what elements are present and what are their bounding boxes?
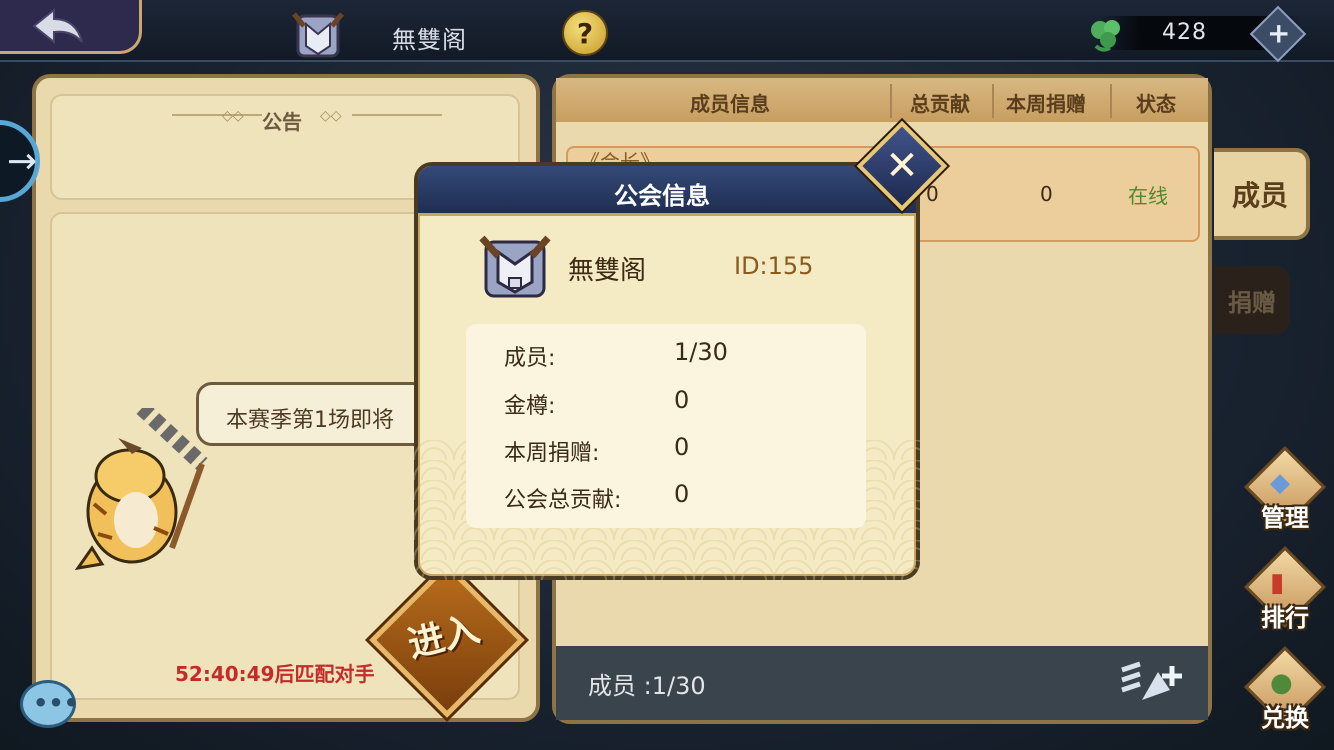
- members-value: 1/30: [674, 338, 728, 366]
- help-button[interactable]: ?: [562, 10, 608, 56]
- match-countdown: 52:40:49后匹配对手: [175, 662, 375, 686]
- arrow-right-icon: →: [7, 141, 38, 182]
- chat-bubble-icon: •••: [33, 689, 80, 717]
- back-arrow-icon: [32, 8, 83, 45]
- weekly-donation-value: 0: [674, 433, 690, 461]
- frog-shop-icon: ●: [1270, 668, 1293, 698]
- diamond-ornament-icon: ◇◇: [222, 108, 244, 124]
- podium-icon: ▮: [1270, 568, 1285, 598]
- divider: [172, 114, 262, 116]
- exchange-button[interactable]: ● 兑换: [1242, 645, 1328, 738]
- jade-cloud-icon: [1091, 20, 1120, 52]
- divider: [1110, 84, 1112, 118]
- frog-mascot-icon: [74, 408, 208, 571]
- column-header-member-info: 成员信息: [690, 92, 770, 116]
- currency-value: 428: [1162, 20, 1207, 45]
- crystal-icon: ◆: [1270, 468, 1290, 498]
- ranking-button[interactable]: ▮ 排行: [1242, 545, 1328, 638]
- guild-name: 無雙阁: [568, 256, 647, 286]
- divider: [992, 84, 994, 118]
- column-header-weekly-donation: 本周捐赠: [1006, 92, 1086, 116]
- divider: [352, 114, 442, 116]
- divider: [890, 84, 892, 118]
- notice-title: 公告: [262, 110, 302, 134]
- invite-member-icon[interactable]: [1118, 656, 1188, 704]
- member-weekly-donation: 0: [1040, 182, 1053, 206]
- member-status: 在线: [1128, 184, 1168, 208]
- tab-members[interactable]: 成员: [1214, 148, 1310, 240]
- total-contribution-label: 公会总贡献:: [504, 488, 622, 513]
- guild-emblem-icon: [479, 235, 551, 298]
- column-header-status: 状态: [1136, 92, 1176, 116]
- tab-donation[interactable]: 捐赠: [1214, 266, 1290, 334]
- gold-cup-label: 金樽:: [504, 394, 556, 419]
- speech-text: 本赛季第1场即将: [226, 408, 394, 433]
- diamond-ornament-icon: ◇◇: [320, 108, 342, 124]
- column-header-total-contribution: 总贡献: [910, 92, 970, 116]
- guild-id: ID:155: [734, 252, 814, 280]
- total-contribution-value: 0: [674, 480, 690, 508]
- back-button[interactable]: [0, 0, 142, 54]
- dialog-title: 公会信息: [614, 182, 710, 210]
- dialog-header: 公会信息: [418, 166, 916, 216]
- page-title: 無雙阁: [392, 26, 467, 54]
- manage-button[interactable]: ◆ 管理: [1242, 445, 1328, 538]
- weekly-donation-label: 本周捐赠:: [504, 441, 600, 466]
- guild-emblem-icon: [288, 10, 348, 60]
- close-icon: ✕: [885, 143, 919, 189]
- chat-button[interactable]: •••: [20, 680, 80, 728]
- gold-cup-value: 0: [674, 386, 690, 414]
- member-count: 成员 :1/30: [588, 672, 706, 700]
- plus-icon: +: [1266, 16, 1291, 50]
- members-label: 成员:: [504, 346, 556, 371]
